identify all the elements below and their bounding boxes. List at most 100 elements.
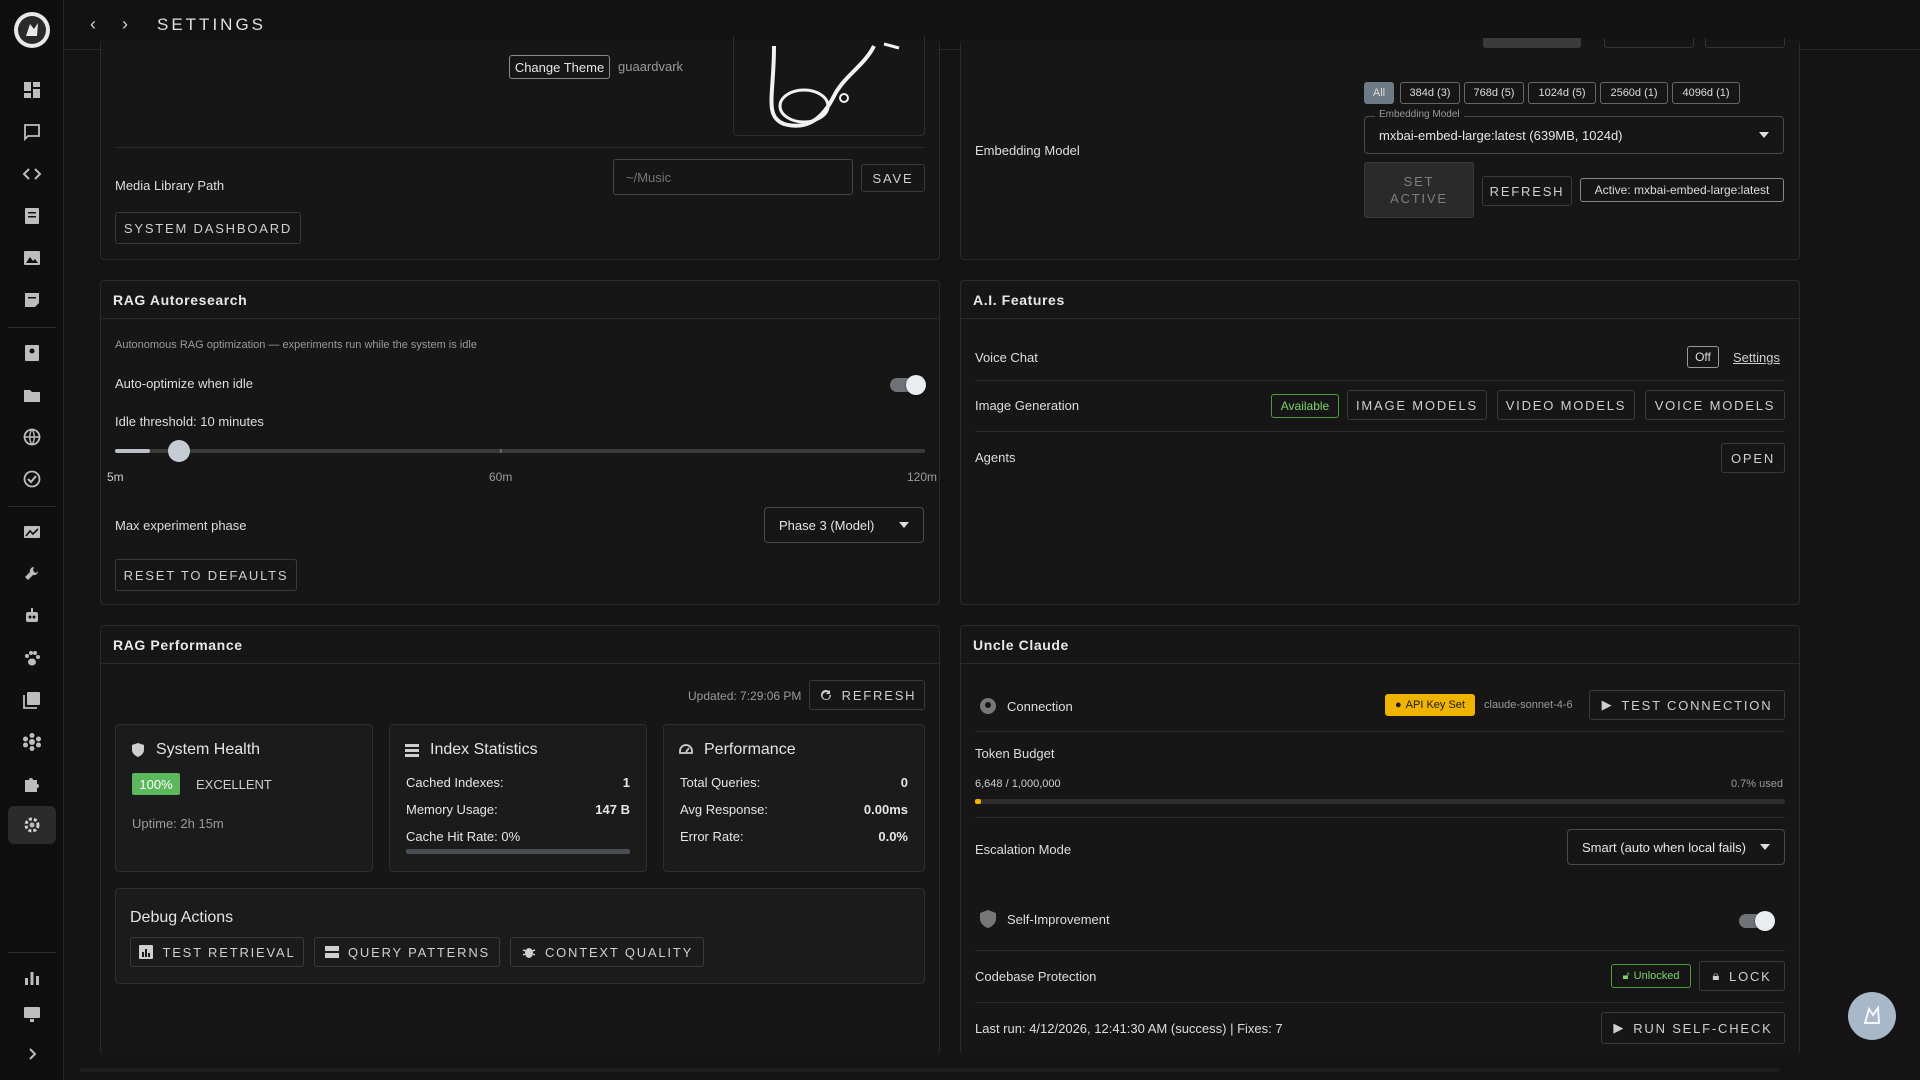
max-phase-select[interactable]: Phase 3 (Model) — [764, 507, 924, 543]
document-icon[interactable] — [16, 200, 48, 232]
connection-label: Connection — [1007, 699, 1073, 714]
uncle-claude-panel: Uncle Claude Connection ● API Key Set cla… — [960, 625, 1800, 1055]
forward-chevron-icon[interactable]: › — [122, 14, 128, 35]
idle-threshold-slider[interactable] — [115, 440, 925, 462]
assistant-fab-button[interactable] — [1848, 992, 1896, 1040]
escalation-mode-label: Escalation Mode — [975, 842, 1072, 857]
self-improvement-toggle[interactable] — [1739, 911, 1775, 931]
filter-1024d-chip[interactable]: 1024d (5) — [1528, 82, 1596, 104]
contacts-icon[interactable] — [16, 337, 48, 369]
unlocked-badge-label: Unlocked — [1633, 970, 1680, 982]
bar-chart-icon[interactable] — [16, 962, 48, 994]
agents-open-button[interactable]: OPEN — [1721, 443, 1785, 473]
dashboard-icon[interactable] — [16, 74, 48, 106]
perf-refresh-label: REFRESH — [841, 687, 917, 703]
rag-autoresearch-panel: RAG Autoresearch Autonomous RAG optimiza… — [100, 280, 940, 605]
voice-chat-status[interactable]: Off — [1687, 346, 1719, 368]
filter-2560d-chip[interactable]: 2560d (1) — [1600, 82, 1668, 104]
embedding-model-select[interactable]: Embedding Model mxbai-embed-large:latest… — [1364, 109, 1784, 154]
lock-button-label: LOCK — [1729, 968, 1772, 984]
cached-indexes-value: 1 — [622, 775, 630, 790]
sidebar — [0, 0, 64, 1080]
max-phase-value: Phase 3 (Model) — [779, 517, 875, 533]
health-status: EXCELLENT — [196, 777, 272, 792]
tools-icon[interactable] — [16, 558, 48, 590]
test-connection-button[interactable]: ▶ TEST CONNECTION — [1589, 690, 1785, 720]
embedding-refresh-button[interactable]: REFRESH — [1482, 176, 1572, 206]
app-logo[interactable] — [14, 12, 50, 48]
list-icon — [405, 744, 419, 757]
rag-performance-title: RAG Performance — [101, 626, 939, 664]
image-models-button[interactable]: IMAGE MODELS — [1347, 390, 1487, 420]
slider-tick-min: 5m — [107, 470, 124, 484]
monitor-icon[interactable] — [16, 998, 48, 1030]
set-active-line1: SET — [1403, 174, 1435, 189]
robot-icon[interactable] — [16, 600, 48, 632]
reset-defaults-button[interactable]: RESET TO DEFAULTS — [115, 559, 297, 591]
security-shield-icon — [980, 910, 996, 928]
cache-hit-progress — [406, 849, 630, 854]
health-percent-badge: 100% — [132, 773, 180, 795]
memory-usage-value: 147 B — [595, 802, 630, 817]
video-models-button[interactable]: VIDEO MODELS — [1497, 390, 1635, 420]
total-queries-value: 0 — [900, 775, 908, 790]
auto-optimize-toggle[interactable] — [890, 375, 926, 395]
perf-refresh-button[interactable]: REFRESH — [809, 680, 925, 710]
plugin-icon[interactable] — [16, 768, 48, 800]
image-icon[interactable] — [16, 242, 48, 274]
memory-usage-label: Memory Usage: — [406, 802, 498, 817]
task-check-icon[interactable] — [16, 463, 48, 495]
gallery-icon[interactable] — [16, 516, 48, 548]
horizontal-scrollbar[interactable] — [80, 1068, 1780, 1072]
image-generation-label: Image Generation — [975, 398, 1080, 413]
folder-icon[interactable] — [16, 379, 48, 411]
page-title: SETTINGS — [157, 15, 267, 34]
media-path-input[interactable] — [613, 159, 853, 195]
codebase-protection-label: Codebase Protection — [975, 969, 1097, 984]
run-self-check-button[interactable]: ▶ RUN SELF-CHECK — [1601, 1012, 1785, 1044]
model-icon[interactable] — [16, 726, 48, 758]
filter-768d-chip[interactable]: 768d (5) — [1464, 82, 1524, 104]
rag-performance-panel: RAG Performance Updated: 7:29:06 PM REFR… — [100, 625, 940, 1055]
voice-models-button[interactable]: VOICE MODELS — [1645, 390, 1785, 420]
save-button[interactable]: SAVE — [861, 164, 925, 192]
library-icon[interactable] — [16, 684, 48, 716]
settings-gear-icon[interactable] — [8, 806, 56, 844]
expand-chevron-icon[interactable] — [16, 1038, 48, 1070]
set-active-button[interactable]: SET ACTIVE — [1364, 162, 1474, 218]
ai-features-title: A.I. Features — [961, 281, 1799, 319]
run-self-check-label: RUN SELF-CHECK — [1633, 1020, 1773, 1036]
play-icon: ▶ — [1613, 1020, 1626, 1035]
uptime-text: Uptime: 2h 15m — [132, 816, 224, 831]
chevron-down-icon — [1760, 844, 1770, 850]
chat-icon[interactable] — [16, 116, 48, 148]
query-patterns-label: QUERY PATTERNS — [348, 944, 490, 960]
lock-button[interactable]: 🔒︎ LOCK — [1699, 961, 1785, 991]
uncle-claude-title: Uncle Claude — [961, 626, 1799, 664]
embedding-panel: All 384d (3) 768d (5) 1024d (5) 2560d (1… — [960, 38, 1800, 260]
test-retrieval-button[interactable]: TEST RETRIEVAL — [130, 937, 304, 967]
notes-icon[interactable] — [16, 284, 48, 316]
filter-384d-chip[interactable]: 384d (3) — [1400, 82, 1460, 104]
mascot-icon — [1863, 1005, 1881, 1024]
brain-icon — [980, 698, 996, 714]
bug-icon — [522, 948, 536, 958]
system-dashboard-button[interactable]: SYSTEM DASHBOARD — [115, 212, 301, 244]
cached-indexes-label: Cached Indexes: — [406, 775, 504, 790]
self-improvement-label: Self-Improvement — [1007, 912, 1110, 927]
performance-card: Performance Total Queries: 0 Avg Response… — [663, 724, 925, 872]
query-patterns-button[interactable]: QUERY PATTERNS — [314, 937, 500, 967]
paw-icon[interactable] — [16, 642, 48, 674]
appearance-panel: Change Theme guaardvark Media Library Pa… — [100, 36, 940, 260]
filter-4096d-chip[interactable]: 4096d (1) — [1672, 82, 1740, 104]
filter-all-chip[interactable]: All — [1364, 82, 1394, 104]
change-theme-button[interactable]: Change Theme — [509, 55, 610, 79]
updated-timestamp: Updated: 7:29:06 PM — [688, 689, 802, 703]
escalation-mode-select[interactable]: Smart (auto when local fails) — [1567, 829, 1785, 865]
context-quality-button[interactable]: CONTEXT QUALITY — [510, 937, 704, 967]
voice-settings-link[interactable]: Settings — [1733, 350, 1780, 365]
back-chevron-icon[interactable]: ‹ — [90, 14, 96, 35]
code-icon[interactable] — [16, 158, 48, 190]
globe-icon[interactable] — [16, 421, 48, 453]
slider-thumb[interactable] — [168, 440, 191, 462]
